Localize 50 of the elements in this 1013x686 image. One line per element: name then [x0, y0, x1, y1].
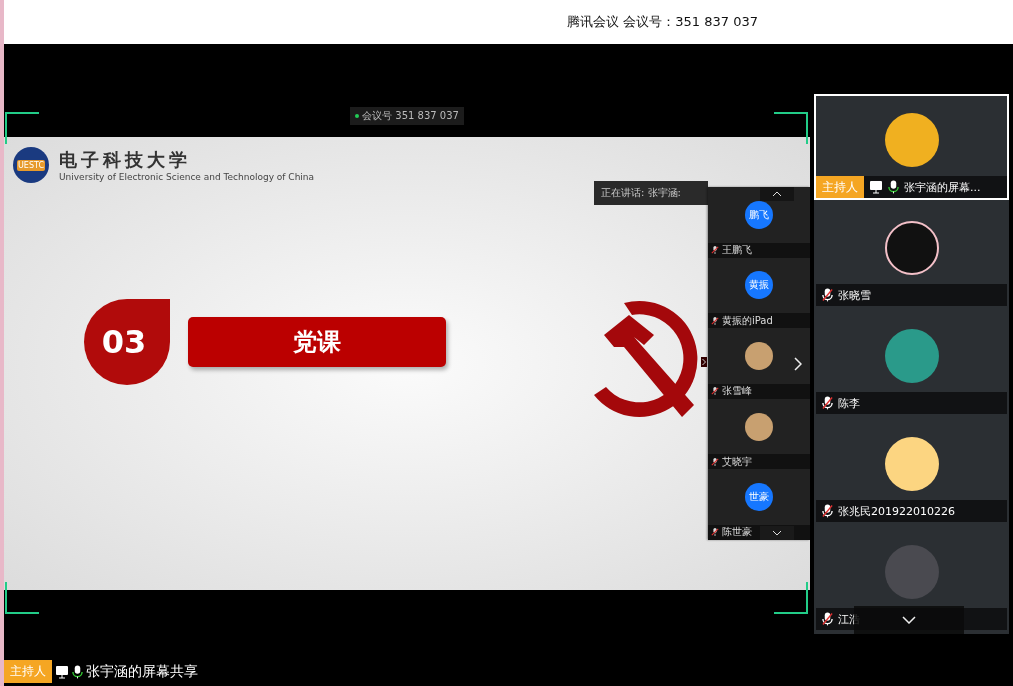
host-badge: 主持人 — [4, 660, 52, 683]
muted-mic-icon — [711, 316, 719, 325]
avatar-photo-placeholder — [884, 113, 939, 167]
university-english-name: University of Electronic Science and Technology of China — [59, 172, 315, 182]
muted-mic-icon — [711, 528, 719, 537]
host-badge: 主持人 — [816, 176, 864, 198]
chevron-down-icon — [902, 616, 916, 624]
scroll-down-button[interactable] — [760, 526, 794, 540]
participant-tile[interactable]: 主持人 张宇涵的屏幕... — [814, 94, 1009, 200]
section-number: 03 — [84, 299, 170, 385]
speaking-indicator: 正在讲话: 张宇涵: — [594, 181, 708, 205]
frame-corner — [5, 112, 39, 144]
participant-name: 黄振的iPad — [722, 313, 773, 328]
avatar-initials: 黄振 — [745, 271, 773, 300]
avatar-photo-placeholder — [884, 221, 939, 275]
university-name: 电子科技大学 — [59, 148, 192, 172]
avatar-photo-placeholder — [884, 437, 939, 491]
frame-corner — [774, 582, 808, 614]
muted-mic-icon — [711, 246, 719, 255]
section-title: 党课 — [188, 317, 446, 367]
participant-name: 张兆民201922010226 — [838, 503, 955, 519]
screen-share-icon — [55, 664, 69, 679]
muted-mic-icon — [711, 387, 719, 396]
participant-name: 艾晓宇 — [722, 454, 752, 469]
university-seal-icon: UESTC — [13, 147, 49, 183]
meeting-number-badge: 会议号 351 837 037 — [350, 107, 464, 125]
frame-corner — [774, 112, 808, 144]
mic-icon — [72, 664, 83, 679]
muted-mic-icon — [711, 457, 719, 466]
avatar-photo-placeholder — [884, 329, 939, 383]
chevron-right-icon — [794, 357, 802, 371]
chevron-up-icon — [772, 191, 782, 197]
participant-name: 陈李 — [838, 395, 860, 411]
share-label: 张宇涵的屏幕共享 — [86, 662, 198, 681]
participant-name: 王鹏飞 — [722, 243, 752, 258]
window-title: 腾讯会议 会议号：351 837 037 — [567, 13, 758, 31]
participant-name: 张雪峰 — [722, 384, 752, 399]
participant-name: 陈世豪 — [722, 525, 752, 540]
frame-corner — [5, 582, 39, 614]
avatar-initials: 鹏飞 — [745, 200, 773, 229]
chevron-down-icon — [772, 530, 782, 536]
avatar-initials: 世豪 — [745, 483, 773, 512]
scroll-up-button[interactable] — [760, 187, 794, 201]
chevron-right-icon[interactable] — [701, 357, 707, 367]
avatar-photo-placeholder — [884, 545, 939, 599]
avatar-photo-placeholder — [745, 342, 773, 370]
participant-name: 张宇涵的屏幕... — [904, 179, 981, 195]
avatar-photo-placeholder — [745, 412, 773, 441]
participant-name: 江浩 — [838, 611, 860, 627]
participant-name: 张晓雪 — [838, 287, 871, 303]
